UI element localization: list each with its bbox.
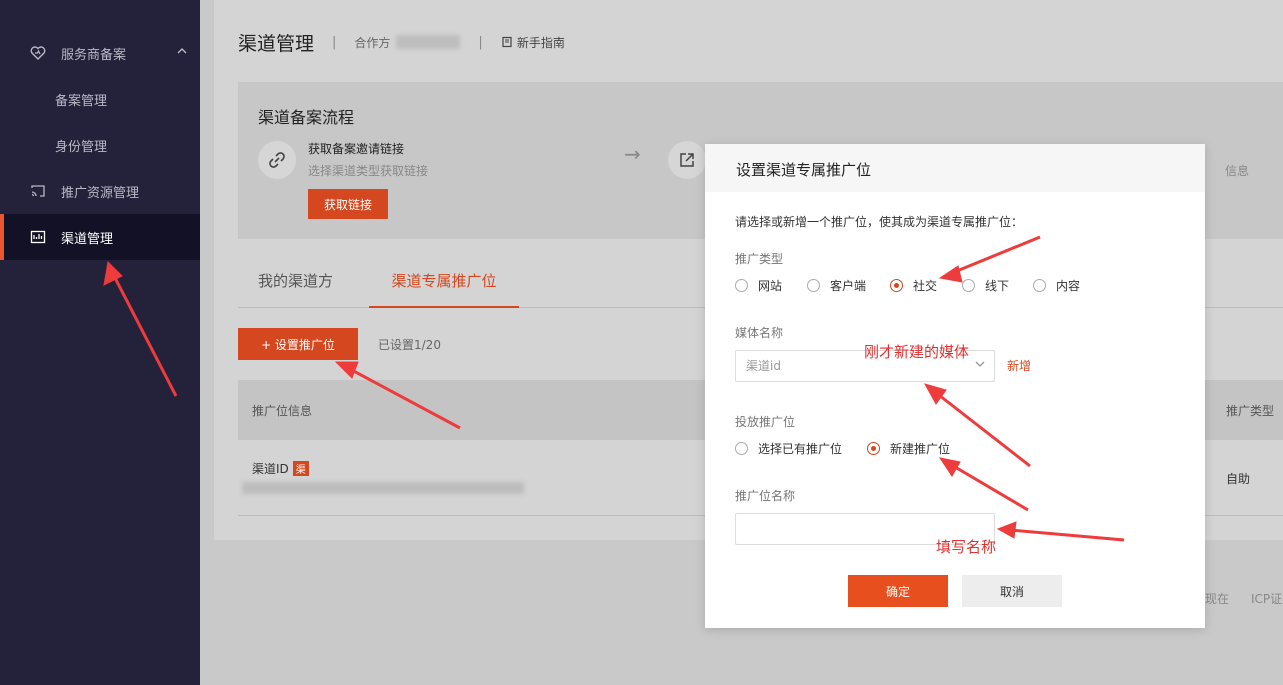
row-channel-id: 渠道ID 渠 [252,460,309,477]
sidebar-item-label: 服务商备案 [61,47,127,63]
column-header-info: 推广位信息 [252,404,313,418]
sidebar-item-label: 身份管理 [55,139,108,155]
radio-label: 选择已有推广位 [758,441,843,456]
radio-social[interactable]: 社交 [890,277,937,293]
sidebar: 服务商备案 备案管理 身份管理 推广资源管理 渠道管理 [0,0,200,685]
placement-label: 投放推广位 [735,415,796,429]
radio-content[interactable]: 内容 [1033,277,1080,293]
placement-name-label: 推广位名称 [735,489,796,503]
sidebar-item-promo-resources[interactable]: 推广资源管理 [0,168,200,214]
tab-my-channels[interactable]: 我的渠道方 [258,262,333,308]
row-type: 自助 [1226,472,1251,486]
media-select-placeholder: 渠道id [746,359,781,373]
radio-website[interactable]: 网站 [735,277,782,293]
link-icon [258,141,296,179]
add-media-link[interactable]: 新增 [1007,357,1031,374]
confirm-button[interactable]: 确定 [848,575,948,607]
radio-button[interactable] [735,278,748,292]
page-header: 渠道管理 | 合作方 | 新手指南 [238,22,565,62]
radio-client[interactable]: 客户端 [807,277,866,293]
radio-offline[interactable]: 线下 [962,277,1009,293]
radio-existing-placement[interactable]: 选择已有推广位 [735,440,842,456]
chevron-up-icon[interactable] [176,45,188,61]
tab-channel-placements[interactable]: 渠道专属推广位 [369,262,519,308]
radio-label: 社交 [913,278,938,293]
sidebar-item-label: 推广资源管理 [61,185,140,201]
footer-text: 现在 [1205,592,1230,606]
dialog-title: 设置渠道专属推广位 [736,161,872,179]
column-header-type: 推广类型 [1226,404,1275,418]
redacted-text [242,482,524,494]
cast-icon [30,183,46,199]
annotation-media: 刚才新建的媒体 [864,343,970,361]
radio-label: 网站 [758,278,783,293]
flow-title: 渠道备案流程 [258,108,355,127]
radio-button[interactable] [807,278,820,292]
book-icon [501,36,513,48]
sidebar-item-channel-management[interactable]: 渠道管理 [0,214,200,260]
sidebar-item-label: 备案管理 [55,93,108,109]
radio-button-checked[interactable] [867,441,880,455]
partner-label: 合作方 [354,35,391,50]
divider: | [478,34,483,50]
step1-title: 获取备案邀请链接 [308,142,405,156]
sidebar-item-label: 渠道管理 [61,231,114,247]
promo-type-label: 推广类型 [735,252,784,266]
divider: | [332,34,337,50]
radio-button-checked[interactable] [890,278,903,292]
radio-button[interactable] [962,278,975,292]
step1-desc: 选择渠道类型获取链接 [308,164,429,178]
dialog-intro: 请选择或新增一个推广位，使其成为渠道专属推广位： [735,215,1024,229]
placement-count: 已设置1/20 [378,338,441,352]
sidebar-item-filing-management[interactable]: 备案管理 [0,76,200,122]
guide-label: 新手指南 [516,35,565,50]
heart-icon [30,45,46,61]
share-icon [668,141,706,179]
radio-label: 内容 [1056,278,1081,293]
sidebar-item-identity-management[interactable]: 身份管理 [0,122,200,168]
dialog-header: 设置渠道专属推广位 [705,144,1205,192]
radio-button[interactable] [735,441,748,455]
radio-label: 新建推广位 [890,441,951,456]
channel-icon [30,229,46,245]
cancel-button[interactable]: 取消 [962,575,1062,607]
page-title: 渠道管理 [238,32,315,55]
get-link-button[interactable]: 获取链接 [308,189,388,219]
footer-icp[interactable]: ICP证 [1251,590,1282,607]
active-indicator [0,214,4,260]
channel-tag-badge: 渠 [292,461,309,476]
annotation-name: 填写名称 [936,538,997,556]
radio-new-placement[interactable]: 新建推广位 [867,440,950,456]
add-placement-button[interactable]: + 设置推广位 [238,328,358,360]
radio-label: 线下 [985,278,1010,293]
arrow-right-icon: → [624,142,641,166]
partner-name-redacted [396,35,461,49]
channel-id-label: 渠道ID [252,462,289,476]
media-label: 媒体名称 [735,326,784,340]
radio-label: 客户端 [830,278,867,293]
radio-button[interactable] [1033,278,1046,292]
guide-link[interactable]: 新手指南 [501,34,565,51]
chevron-down-icon [974,351,986,381]
step3-desc-fragment: 信息 [1224,164,1249,178]
sidebar-item-filing-group[interactable]: 服务商备案 [0,30,200,76]
